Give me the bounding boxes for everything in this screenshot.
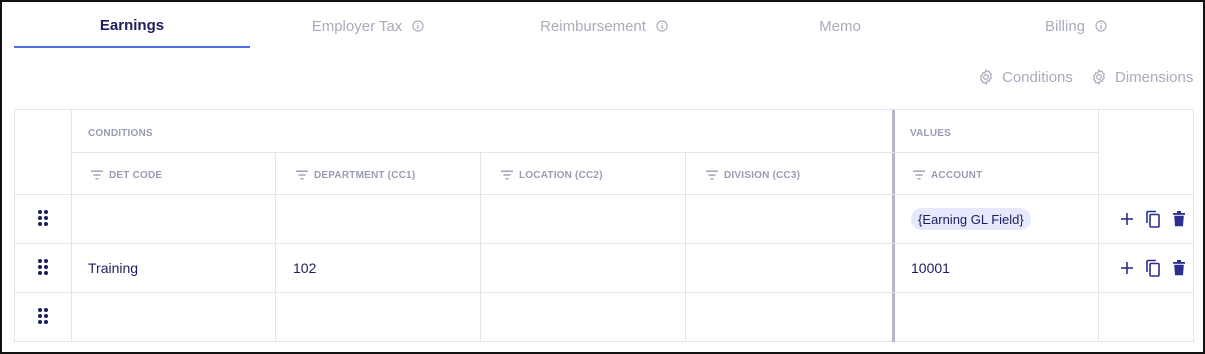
tab-memo[interactable]: Memo <box>722 4 958 48</box>
row-divider <box>71 152 1098 153</box>
tab-billing[interactable]: Billing <box>958 4 1194 48</box>
info-circle-icon[interactable] <box>412 20 424 32</box>
row-divider <box>15 292 1194 293</box>
tab-label: Reimbursement <box>540 17 646 35</box>
conditions-values-separator <box>892 110 895 342</box>
det-code-cell[interactable]: Training <box>88 260 138 276</box>
column-header-account[interactable]: ACCOUNT <box>913 167 982 183</box>
tab-reimbursement[interactable]: Reimbursement <box>486 4 722 48</box>
tab-label: Earnings <box>99 16 165 34</box>
conditions-button[interactable]: Conditions <box>977 66 1073 88</box>
gear-icon <box>980 69 992 85</box>
tab-label: Billing <box>1044 17 1086 35</box>
department-cell[interactable]: 102 <box>293 260 316 276</box>
filter-lines-icon <box>91 170 103 180</box>
trash-icon <box>1173 211 1185 227</box>
column-divider <box>71 110 72 342</box>
filter-lines-icon <box>913 170 925 180</box>
column-header-det-code[interactable]: DET CODE <box>91 167 162 183</box>
add-row-button[interactable] <box>1119 210 1135 228</box>
row-divider <box>15 243 1194 244</box>
account-cell[interactable]: 10001 <box>911 260 950 276</box>
delete-row-button[interactable] <box>1171 210 1187 228</box>
plus-icon <box>1121 213 1133 225</box>
dimensions-label: Dimensions <box>1115 68 1194 86</box>
column-header-label: ACCOUNT <box>931 169 983 181</box>
filter-lines-icon <box>501 170 513 180</box>
conditions-label: Conditions <box>1002 68 1073 86</box>
column-header-label: DEPARTMENT (CC1) <box>314 169 416 181</box>
copy-row-button[interactable] <box>1145 259 1161 277</box>
info-circle-icon[interactable] <box>1095 20 1107 32</box>
plus-icon <box>1121 262 1133 274</box>
gear-icon <box>1093 69 1105 85</box>
tab-employer-tax[interactable]: Employer Tax <box>250 4 486 48</box>
column-header-label: DIVISION (CC3) <box>724 169 801 181</box>
row-divider <box>15 194 1194 195</box>
conditions-group-header: CONDITIONS <box>88 128 153 139</box>
column-header-label: LOCATION (CC2) <box>519 169 603 181</box>
column-divider <box>1098 110 1099 342</box>
column-header-department[interactable]: DEPARTMENT (CC1) <box>296 167 415 183</box>
column-divider <box>275 152 276 342</box>
column-header-label: DET CODE <box>109 169 163 181</box>
filter-lines-icon <box>296 170 308 180</box>
filter-lines-icon <box>706 170 718 180</box>
dimensions-button[interactable]: Dimensions <box>1090 66 1193 88</box>
earnings-gl-mapping-panel: Earnings Employer Tax Reimbursement Memo… <box>0 0 1205 354</box>
add-row-button[interactable] <box>1119 259 1135 277</box>
tab-label: Employer Tax <box>311 17 403 35</box>
copy-icon <box>1146 259 1160 277</box>
column-header-location[interactable]: LOCATION (CC2) <box>501 167 603 183</box>
drag-dots-icon[interactable] <box>37 209 49 227</box>
tab-earnings[interactable]: Earnings <box>14 4 250 48</box>
copy-icon <box>1146 210 1160 228</box>
delete-row-button[interactable] <box>1171 259 1187 277</box>
account-chip[interactable]: {Earning GL Field} <box>911 208 1031 230</box>
column-divider <box>480 152 481 342</box>
trash-icon <box>1173 260 1185 276</box>
copy-row-button[interactable] <box>1145 210 1161 228</box>
column-divider <box>685 152 686 342</box>
drag-dots-icon[interactable] <box>37 307 49 325</box>
mapping-table: CONDITIONS VALUES DET CODE DEPARTMENT (C… <box>14 109 1194 342</box>
info-circle-icon[interactable] <box>656 20 668 32</box>
drag-dots-icon[interactable] <box>37 258 49 276</box>
tab-label: Memo <box>819 17 861 35</box>
values-group-header: VALUES <box>910 128 952 139</box>
tab-bar: Earnings Employer Tax Reimbursement Memo… <box>14 4 1194 48</box>
column-header-division[interactable]: DIVISION (CC3) <box>706 167 800 183</box>
